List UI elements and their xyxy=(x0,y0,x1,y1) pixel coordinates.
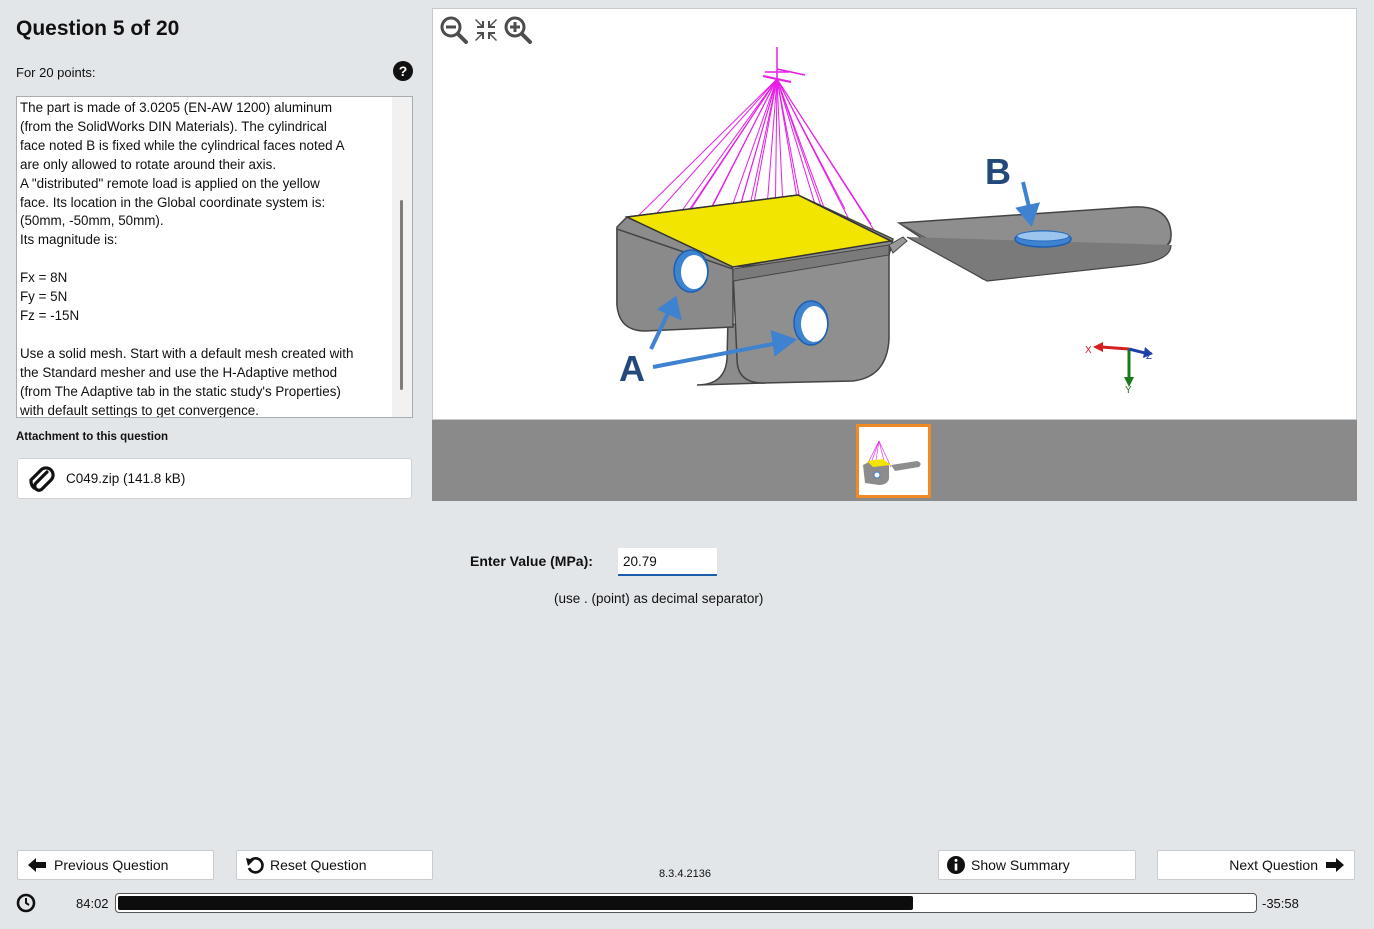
next-question-label: Next Question xyxy=(1229,857,1318,873)
answer-input[interactable] xyxy=(618,548,717,576)
points-label: For 20 points: xyxy=(16,65,96,80)
clock-icon xyxy=(16,893,36,918)
show-summary-button[interactable]: Show Summary xyxy=(938,850,1136,880)
page-title: Question 5 of 20 xyxy=(16,17,180,40)
scrollbar-thumb[interactable] xyxy=(400,200,403,390)
time-elapsed: 84:02 xyxy=(76,896,109,911)
next-question-button[interactable]: Next Question xyxy=(1157,850,1355,880)
arrow-left-icon xyxy=(26,856,48,874)
attachment-link[interactable]: C049.zip (141.8 kB) xyxy=(17,458,412,499)
thumbnail-image[interactable] xyxy=(856,424,931,498)
version-label: 8.3.4.2136 xyxy=(659,868,711,880)
time-progress-fill xyxy=(118,896,914,910)
image-viewer[interactable]: B A X Y Z xyxy=(432,8,1357,420)
axis-y-label: Y xyxy=(1125,385,1132,396)
attachment-filename: C049.zip (141.8 kB) xyxy=(66,471,186,486)
reset-question-button[interactable]: Reset Question xyxy=(236,850,433,880)
thumbnail-strip xyxy=(432,420,1357,501)
info-icon xyxy=(946,855,966,875)
undo-icon xyxy=(245,856,265,874)
time-remaining: -35:58 xyxy=(1262,896,1299,911)
previous-question-button[interactable]: Previous Question xyxy=(17,850,214,880)
question-text-box[interactable]: The part is made of 3.0205 (EN-AW 1200) … xyxy=(16,96,413,418)
axis-x-label: X xyxy=(1085,345,1092,356)
attachment-heading: Attachment to this question xyxy=(16,431,169,443)
previous-question-label: Previous Question xyxy=(54,857,169,873)
label-a: A xyxy=(619,348,645,389)
answer-label: Enter Value (MPa): xyxy=(470,553,593,569)
time-progress-bar xyxy=(115,893,1257,913)
coordinate-triad-icon: X Y Z xyxy=(1085,342,1153,396)
label-b: B xyxy=(985,151,1011,192)
axis-z-label: Z xyxy=(1146,351,1152,362)
question-text: The part is made of 3.0205 (EN-AW 1200) … xyxy=(20,100,354,418)
reset-question-label: Reset Question xyxy=(270,857,367,873)
part-figure: B A X Y Z xyxy=(616,47,1172,396)
question-scrollbar[interactable] xyxy=(392,97,412,417)
paperclip-icon xyxy=(29,465,55,492)
arrow-right-icon xyxy=(1324,856,1346,874)
help-icon[interactable]: ? xyxy=(393,61,413,81)
show-summary-label: Show Summary xyxy=(971,857,1070,873)
answer-hint: (use . (point) as decimal separator) xyxy=(554,591,764,606)
